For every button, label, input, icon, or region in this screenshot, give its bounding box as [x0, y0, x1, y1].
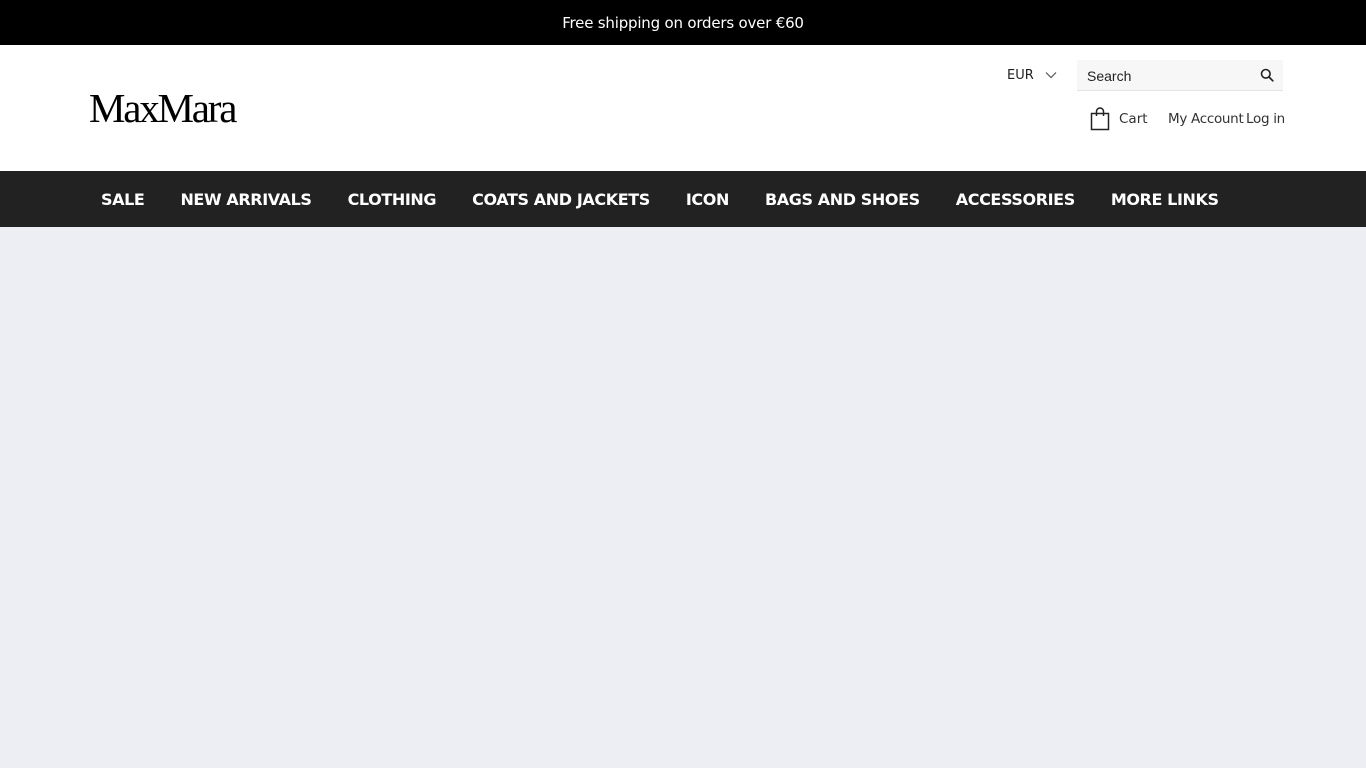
my-account-link[interactable]: My Account [1168, 111, 1244, 127]
main-navigation: SALE NEW ARRIVALS CLOTHING COATS AND JAC… [0, 171, 1366, 227]
site-logo[interactable]: MaxMara [89, 85, 237, 131]
site-header: MaxMara EUR Cart My Account Log in [0, 45, 1366, 171]
shopping-bag-icon [1090, 107, 1110, 131]
nav-item-accessories[interactable]: ACCESSORIES [956, 190, 1075, 209]
login-link[interactable]: Log in [1246, 111, 1285, 127]
currency-selected: EUR [1007, 67, 1034, 83]
search-box [1077, 60, 1283, 91]
chevron-down-icon [1045, 72, 1057, 79]
nav-item-new-arrivals[interactable]: NEW ARRIVALS [180, 190, 312, 209]
announcement-bar: Free shipping on orders over €60 [0, 0, 1366, 45]
cart-label: Cart [1119, 111, 1148, 127]
nav-item-icon[interactable]: ICON [686, 190, 729, 209]
nav-item-more-links[interactable]: MORE LINKS [1111, 190, 1219, 209]
nav-item-coats-and-jackets[interactable]: COATS AND JACKETS [472, 190, 650, 209]
nav-item-clothing[interactable]: CLOTHING [348, 190, 437, 209]
search-input[interactable] [1077, 60, 1257, 91]
search-icon[interactable] [1260, 68, 1274, 82]
main-content-area [0, 227, 1366, 768]
nav-item-sale[interactable]: SALE [101, 190, 145, 209]
cart-link[interactable]: Cart [1090, 107, 1148, 131]
nav-item-bags-and-shoes[interactable]: BAGS AND SHOES [765, 190, 920, 209]
announcement-text: Free shipping on orders over €60 [562, 13, 804, 32]
currency-selector[interactable]: EUR [1007, 65, 1057, 85]
